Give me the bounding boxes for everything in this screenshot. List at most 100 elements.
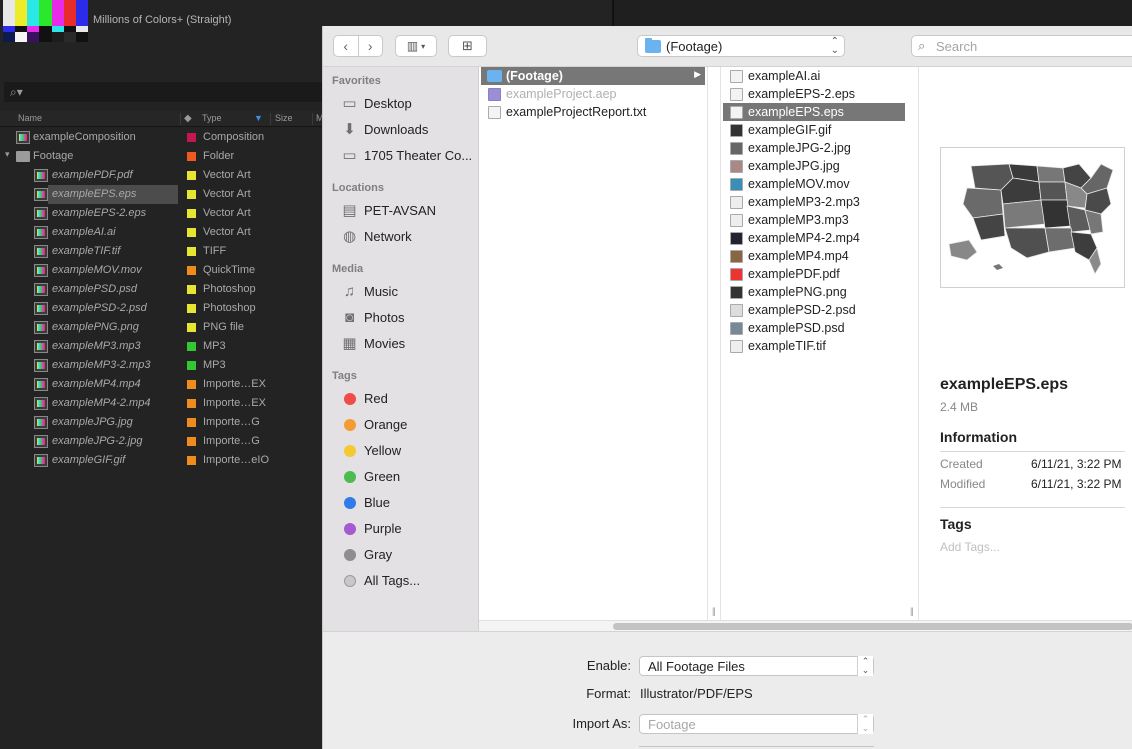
- file-row[interactable]: exampleGIF.gif: [723, 121, 905, 139]
- ae-item-name: exampleMOV.mov: [52, 264, 142, 276]
- sidebar-item-purple[interactable]: Purple: [340, 518, 479, 540]
- created-value: 6/11/21, 3:22 PM: [1031, 457, 1122, 471]
- ae-project-item[interactable]: exampleAI.ai Vector Art: [0, 223, 322, 242]
- sidebar-item-label: Orange: [364, 417, 408, 432]
- ae-project-item[interactable]: exampleMP4.mp4 Importe…EX: [0, 375, 322, 394]
- file-row[interactable]: exampleMP4.mp4: [723, 247, 905, 265]
- file-row[interactable]: examplePSD.psd: [723, 319, 905, 337]
- label-color-swatch[interactable]: [187, 133, 196, 142]
- ae-project-item[interactable]: exampleMP3.mp3 MP3: [0, 337, 322, 356]
- sidebar-item-downloads[interactable]: ⬇ Downloads: [340, 119, 479, 141]
- ae-search-input[interactable]: ⌕▾: [4, 82, 322, 102]
- sidebar-item-blue[interactable]: Blue: [340, 492, 479, 514]
- search-field[interactable]: ⌕ Search: [911, 35, 1132, 57]
- ae-project-item[interactable]: exampleTIF.tif TIFF: [0, 242, 322, 261]
- scrollbar-thumb[interactable]: [613, 623, 1132, 630]
- ae-col-name[interactable]: Name: [18, 113, 42, 123]
- file-row[interactable]: exampleJPG-2.jpg: [723, 139, 905, 157]
- sidebar-item-yellow[interactable]: Yellow: [340, 440, 479, 462]
- label-color-swatch[interactable]: [187, 437, 196, 446]
- file-row[interactable]: exampleEPS-2.eps: [723, 85, 905, 103]
- sidebar-item-music[interactable]: ♫ Music: [340, 281, 479, 303]
- label-color-swatch[interactable]: [187, 342, 196, 351]
- forward-button[interactable]: ›: [357, 36, 383, 56]
- sidebar-item-desktop[interactable]: ▭ Desktop: [340, 93, 479, 115]
- folder-icon: [645, 38, 661, 53]
- file-row[interactable]: exampleProjectReport.txt: [481, 103, 705, 121]
- column-resize-handle[interactable]: ||: [906, 67, 919, 620]
- sidebar-item-green[interactable]: Green: [340, 466, 479, 488]
- location-popup[interactable]: (Footage) ⌃ ⌄: [637, 35, 845, 57]
- new-folder-button[interactable]: ⊞: [448, 35, 487, 57]
- label-color-swatch[interactable]: [187, 228, 196, 237]
- ae-col-size[interactable]: Size: [275, 113, 293, 123]
- label-color-swatch[interactable]: [187, 152, 196, 161]
- sidebar-item-all-tags[interactable]: All Tags...: [340, 570, 479, 592]
- ae-project-item[interactable]: exampleComposition Composition: [0, 128, 322, 147]
- sidebar-item-photos[interactable]: ◙ Photos: [340, 307, 479, 329]
- ae-item-type: Importe…eIO: [203, 454, 270, 466]
- file-thumbnail-icon: [730, 340, 743, 353]
- ae-project-item[interactable]: exampleGIF.gif Importe…eIO: [0, 451, 322, 470]
- file-row[interactable]: examplePNG.png: [723, 283, 905, 301]
- disclosure-triangle-icon[interactable]: ▾: [5, 149, 10, 160]
- label-color-swatch[interactable]: [187, 285, 196, 294]
- label-color-swatch[interactable]: [187, 171, 196, 180]
- horizontal-scrollbar[interactable]: [479, 620, 1132, 631]
- file-row[interactable]: exampleMOV.mov: [723, 175, 905, 193]
- label-color-swatch[interactable]: [187, 380, 196, 389]
- ae-project-item[interactable]: examplePSD-2.psd Photoshop: [0, 299, 322, 318]
- file-row[interactable]: examplePSD-2.psd: [723, 301, 905, 319]
- back-button[interactable]: ‹: [334, 36, 358, 56]
- label-color-swatch[interactable]: [187, 266, 196, 275]
- file-row[interactable]: exampleEPS.eps: [723, 103, 905, 121]
- sort-desc-icon[interactable]: ▼: [254, 113, 263, 123]
- file-name: exampleMP4-2.mp4: [748, 231, 860, 245]
- label-color-swatch[interactable]: [187, 456, 196, 465]
- file-row[interactable]: exampleAI.ai: [723, 67, 905, 85]
- ae-project-item[interactable]: examplePNG.png PNG file: [0, 318, 322, 337]
- file-row[interactable]: exampleMP3.mp3: [723, 211, 905, 229]
- import-as-select[interactable]: Footage ⌃ ⌄: [639, 714, 874, 734]
- ae-project-item[interactable]: exampleJPG.jpg Importe…G: [0, 413, 322, 432]
- file-row[interactable]: exampleProject.aep: [481, 85, 705, 103]
- file-row[interactable]: ▶ (Footage): [481, 67, 705, 85]
- ae-project-item[interactable]: exampleEPS.eps Vector Art: [0, 185, 322, 204]
- label-color-swatch[interactable]: [187, 190, 196, 199]
- ae-col-type[interactable]: Type: [202, 113, 222, 123]
- ae-project-item[interactable]: examplePDF.pdf Vector Art: [0, 166, 322, 185]
- sidebar-item-1705-theater-co[interactable]: ▭ 1705 Theater Co...: [340, 145, 479, 167]
- ae-project-item[interactable]: exampleMP3-2.mp3 MP3: [0, 356, 322, 375]
- file-row[interactable]: examplePDF.pdf: [723, 265, 905, 283]
- add-tags-field[interactable]: Add Tags...: [940, 540, 1000, 554]
- label-color-swatch[interactable]: [187, 247, 196, 256]
- label-color-swatch[interactable]: [187, 399, 196, 408]
- ae-project-item[interactable]: exampleJPG-2.jpg Importe…G: [0, 432, 322, 451]
- sidebar-item-red[interactable]: Red: [340, 388, 479, 410]
- sidebar-item-movies[interactable]: ▦ Movies: [340, 333, 479, 355]
- ae-project-item[interactable]: examplePSD.psd Photoshop: [0, 280, 322, 299]
- ae-project-item[interactable]: exampleEPS-2.eps Vector Art: [0, 204, 322, 223]
- enable-select[interactable]: All Footage Files ⌃ ⌄: [639, 656, 874, 676]
- ae-project-item[interactable]: ▾ Footage Folder: [0, 147, 322, 166]
- label-color-swatch[interactable]: [187, 209, 196, 218]
- label-color-swatch[interactable]: [187, 418, 196, 427]
- sidebar-item-pet-avsan[interactable]: ▤ PET-AVSAN: [340, 200, 479, 222]
- label-color-swatch[interactable]: [187, 304, 196, 313]
- file-row[interactable]: exampleMP4-2.mp4: [723, 229, 905, 247]
- footage-icon: [34, 359, 48, 372]
- file-row[interactable]: exampleMP3-2.mp3: [723, 193, 905, 211]
- sidebar-item-network[interactable]: ◍ Network: [340, 226, 479, 248]
- sidebar-item-orange[interactable]: Orange: [340, 414, 479, 436]
- label-color-swatch[interactable]: [187, 361, 196, 370]
- view-mode-button[interactable]: ▥ ▾: [395, 35, 437, 57]
- file-row[interactable]: exampleJPG.jpg: [723, 157, 905, 175]
- label-color-swatch[interactable]: [187, 323, 196, 332]
- ae-project-item[interactable]: exampleMOV.mov QuickTime: [0, 261, 322, 280]
- ae-project-file-icon: [488, 88, 501, 101]
- file-row[interactable]: exampleTIF.tif: [723, 337, 905, 355]
- ae-project-item[interactable]: exampleMP4-2.mp4 Importe…EX: [0, 394, 322, 413]
- label-icon[interactable]: ◆: [184, 113, 192, 124]
- column-resize-handle[interactable]: ||: [707, 67, 720, 620]
- sidebar-item-gray[interactable]: Gray: [340, 544, 479, 566]
